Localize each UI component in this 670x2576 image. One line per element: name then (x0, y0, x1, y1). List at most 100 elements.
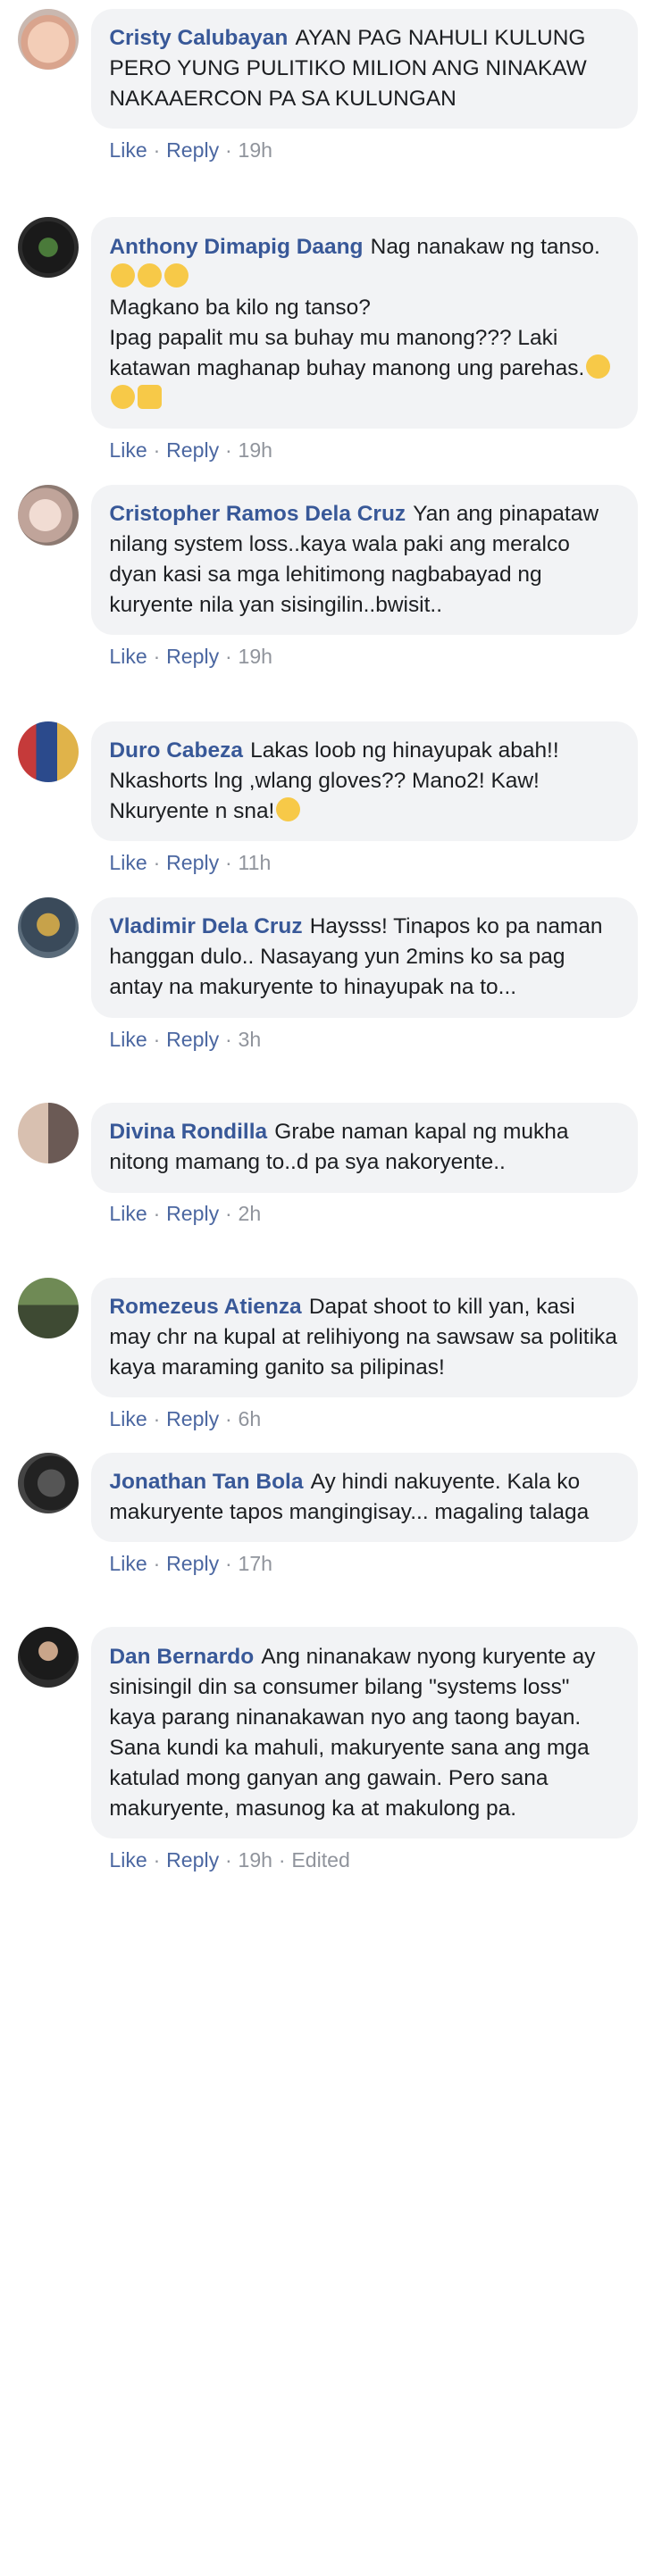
reply-link[interactable]: Reply (166, 1848, 219, 1872)
like-link[interactable]: Like (109, 1028, 147, 1051)
avatar[interactable] (18, 8, 80, 70)
separator-dot: · (153, 645, 161, 669)
avatar[interactable] (18, 1102, 80, 1163)
author-name[interactable]: Anthony Dimapig Daang (109, 235, 363, 259)
separator-dot: · (224, 645, 232, 669)
comment-text: Nag nanakaw ng tanso. (370, 234, 600, 259)
like-link[interactable]: Like (109, 851, 147, 874)
separator-dot: · (224, 851, 232, 875)
fist-bump-emoji (137, 384, 162, 409)
comment-bubble: Jonathan Tan Bola Ay hindi nakuyente. Kal… (90, 1452, 638, 1543)
comment-actions: Like · Reply · 2h (91, 1193, 638, 1227)
comment-actions: Like · Reply · 19h (91, 635, 638, 669)
reply-link[interactable]: Reply (166, 1202, 219, 1225)
grinning-sweat-emoji (110, 263, 135, 288)
reply-link[interactable]: Reply (166, 138, 219, 162)
author-name[interactable]: Divina Rondilla (109, 1120, 267, 1144)
avatar[interactable] (18, 1627, 80, 1688)
avatar[interactable] (18, 897, 80, 959)
avatar[interactable] (18, 217, 80, 279)
author-name[interactable]: Jonathan Tan Bola (109, 1470, 303, 1494)
comment-actions: Like · Reply · 19h (91, 429, 638, 463)
separator-dot: · (224, 1202, 232, 1226)
comment-bubble: Anthony Dimapig Daang Nag nanakaw ng tans… (90, 217, 638, 429)
face-with-hand-emoji (110, 384, 135, 409)
comment-text: Ang ninanakaw nyong kuryente ay sinising… (109, 1644, 602, 1821)
like-link[interactable]: Like (109, 1848, 147, 1872)
timestamp[interactable]: 19h (238, 645, 272, 668)
grinning-sweat-emoji (137, 263, 162, 288)
comment-actions: Like · Reply · 11h (91, 841, 638, 875)
comment: Cristy Calubayan AYAN PAG NAHULI KULUNG P… (0, 8, 638, 163)
separator-dot: · (153, 138, 161, 163)
comment-bubble: Cristopher Ramos Dela Cruz Yan ang pinapa… (90, 484, 638, 636)
separator-dot: · (224, 138, 232, 163)
separator-dot: · (153, 438, 161, 462)
avatar[interactable] (18, 1452, 80, 1513)
timestamp[interactable]: 3h (238, 1028, 261, 1051)
avatar[interactable] (18, 1277, 80, 1338)
timestamp[interactable]: 19h (238, 138, 272, 162)
separator-dot: · (224, 438, 232, 462)
neutral-face-emoji (275, 797, 300, 822)
author-name[interactable]: Cristopher Ramos Dela Cruz (109, 502, 406, 526)
author-name[interactable]: Dan Bernardo (109, 1645, 254, 1669)
comment-bubble: Dan Bernardo Ang ninanakaw nyong kuryente… (90, 1627, 638, 1839)
reply-link[interactable]: Reply (166, 438, 219, 462)
comments-page: Cristy Calubayan AYAN PAG NAHULI KULUNG P… (0, 0, 670, 2576)
comment: Anthony Dimapig Daang Nag nanakaw ng tans… (0, 217, 638, 463)
separator-dot: · (224, 1027, 232, 1051)
separator-dot: · (224, 1407, 232, 1431)
separator-dot: · (153, 1407, 161, 1431)
comment: Cristopher Ramos Dela Cruz Yan ang pinapa… (0, 484, 638, 670)
comment-actions: Like · Reply · 19h (91, 129, 638, 163)
like-link[interactable]: Like (109, 645, 147, 668)
comment-actions: Like · Reply · 3h (91, 1018, 638, 1052)
comment: Duro Cabeza Lakas loob ng hinayupak abah!… (0, 721, 638, 876)
reply-link[interactable]: Reply (166, 1552, 219, 1575)
edited-label[interactable]: Edited (291, 1848, 350, 1872)
avatar[interactable] (18, 721, 80, 782)
comment-actions: Like · Reply · 19h · Edited (91, 1838, 638, 1872)
like-link[interactable]: Like (109, 1202, 147, 1225)
separator-dot: · (224, 1847, 232, 1872)
author-name[interactable]: Vladimir Dela Cruz (109, 914, 302, 938)
like-link[interactable]: Like (109, 138, 147, 162)
author-name[interactable]: Cristy Calubayan (109, 26, 288, 50)
comment: Jonathan Tan Bola Ay hindi nakuyente. Kal… (0, 1452, 638, 1577)
comment: Dan Bernardo Ang ninanakaw nyong kuryente… (0, 1627, 638, 1872)
separator-dot: · (224, 1552, 232, 1576)
timestamp[interactable]: 11h (238, 851, 271, 874)
comment: Divina Rondilla Grabe naman kapal ng mukh… (0, 1102, 638, 1227)
timestamp[interactable]: 17h (238, 1552, 272, 1575)
comment: Vladimir Dela Cruz Haysss! Tinapos ko pa … (0, 897, 638, 1052)
timestamp[interactable]: 19h (238, 1848, 272, 1872)
separator-dot: · (153, 1552, 161, 1576)
reply-link[interactable]: Reply (166, 1028, 219, 1051)
comment-bubble: Duro Cabeza Lakas loob ng hinayupak abah!… (90, 721, 638, 842)
face-with-hand-emoji (585, 354, 610, 379)
timestamp[interactable]: 19h (238, 438, 272, 462)
comment: Romezeus Atienza Dapat shoot to kill yan,… (0, 1277, 638, 1432)
comment-bubble: Romezeus Atienza Dapat shoot to kill yan,… (90, 1277, 638, 1398)
author-name[interactable]: Romezeus Atienza (109, 1295, 301, 1319)
avatar[interactable] (18, 484, 80, 546)
author-name[interactable]: Duro Cabeza (109, 738, 243, 763)
like-link[interactable]: Like (109, 1552, 147, 1575)
grinning-sweat-emoji (163, 263, 188, 288)
comment-bubble: Divina Rondilla Grabe naman kapal ng mukh… (90, 1102, 638, 1193)
comment-bubble: Vladimir Dela Cruz Haysss! Tinapos ko pa … (90, 897, 638, 1018)
like-link[interactable]: Like (109, 1407, 147, 1430)
separator-dot: · (153, 1202, 161, 1226)
reply-link[interactable]: Reply (166, 851, 219, 874)
comment-bubble: Cristy Calubayan AYAN PAG NAHULI KULUNG P… (90, 8, 638, 129)
like-link[interactable]: Like (109, 438, 147, 462)
timestamp[interactable]: 2h (238, 1202, 261, 1225)
timestamp[interactable]: 6h (238, 1407, 261, 1430)
separator-dot: · (278, 1847, 286, 1872)
comment-text: Magkano ba kilo ng tanso? (109, 295, 371, 320)
separator-dot: · (153, 1027, 161, 1051)
reply-link[interactable]: Reply (166, 645, 219, 668)
reply-link[interactable]: Reply (166, 1407, 219, 1430)
comment-actions: Like · Reply · 17h (91, 1542, 638, 1576)
